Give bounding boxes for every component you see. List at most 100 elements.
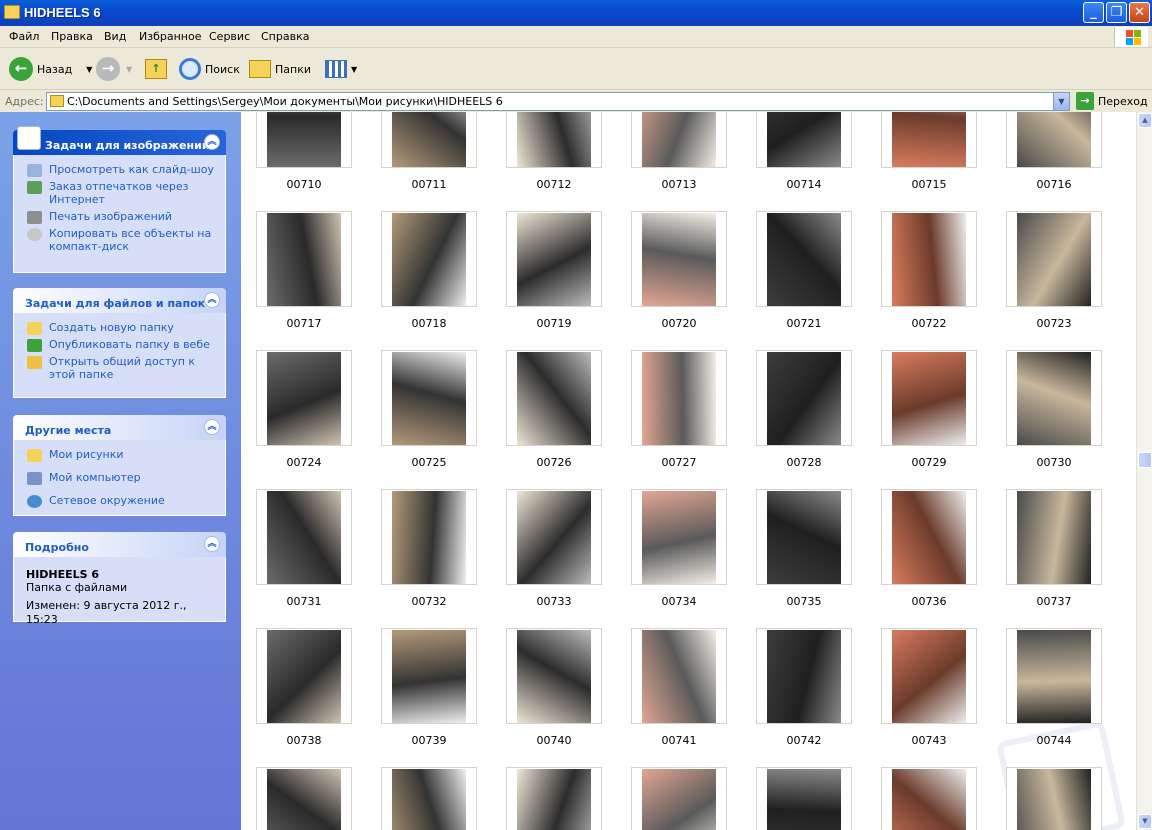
file-thumbnail[interactable] [756,211,852,307]
file-name-label[interactable]: 00730 [1006,456,1102,469]
file-thumbnail[interactable] [631,628,727,724]
file-thumbnail[interactable] [881,628,977,724]
file-name-label[interactable]: 00732 [381,595,477,608]
scroll-thumb[interactable] [1138,452,1152,468]
task-print[interactable]: Печать изображений [14,208,225,225]
file-name-label[interactable]: 00715 [881,178,977,191]
file-name-label[interactable]: 00721 [756,317,852,330]
menu-edit[interactable]: Правка [51,30,93,43]
file-name-label[interactable]: 00712 [506,178,602,191]
task-new-folder[interactable]: Создать новую папку [14,319,225,336]
file-thumbnail[interactable] [1006,350,1102,446]
file-thumbnail[interactable] [1006,767,1102,830]
collapse-icon[interactable]: ︽ [204,536,220,552]
file-name-label[interactable]: 00735 [756,595,852,608]
up-folder-button[interactable]: ↑ [145,55,167,83]
collapse-icon[interactable]: ︽ [204,419,220,435]
file-name-label[interactable]: 00710 [256,178,352,191]
file-thumbnail[interactable] [381,112,477,168]
task-publish-web[interactable]: Опубликовать папку в вебе [14,336,225,353]
file-thumbnail[interactable] [631,767,727,830]
details-header[interactable]: Подробно ︽ [13,532,226,557]
menu-file[interactable]: Файл [9,30,39,43]
file-thumbnail[interactable] [756,767,852,830]
place-my-computer[interactable]: Мой компьютер [14,469,225,486]
task-order-prints[interactable]: Заказ отпечатков через Интернет [14,178,225,208]
folders-button[interactable]: Папки [249,55,311,83]
file-name-label[interactable]: 00714 [756,178,852,191]
views-button[interactable]: ▼ [325,55,357,83]
file-thumbnail[interactable] [1006,489,1102,585]
forward-button[interactable]: → ▼ [96,55,132,83]
file-thumbnail[interactable] [631,211,727,307]
chevron-down-icon[interactable]: ▼ [351,65,357,74]
file-thumbnail[interactable] [506,489,602,585]
file-name-label[interactable]: 00725 [381,456,477,469]
file-name-label[interactable]: 00741 [631,734,727,747]
file-name-label[interactable]: 00722 [881,317,977,330]
file-thumbnail[interactable] [881,767,977,830]
file-thumbnail[interactable] [256,767,352,830]
address-input[interactable]: C:\Documents and Settings\Sergey\Мои док… [46,92,1070,111]
file-thumbnail[interactable] [256,628,352,724]
file-name-label[interactable]: 00744 [1006,734,1102,747]
file-thumbnail[interactable] [631,489,727,585]
file-thumbnail[interactable] [256,489,352,585]
file-thumbnail[interactable] [881,489,977,585]
file-thumbnail[interactable] [756,628,852,724]
file-name-label[interactable]: 00727 [631,456,727,469]
file-name-label[interactable]: 00733 [506,595,602,608]
file-thumbnail[interactable] [381,211,477,307]
file-name-label[interactable]: 00720 [631,317,727,330]
file-name-label[interactable]: 00737 [1006,595,1102,608]
file-name-label[interactable]: 00716 [1006,178,1102,191]
file-name-label[interactable]: 00742 [756,734,852,747]
file-name-label[interactable]: 00738 [256,734,352,747]
file-thumbnail[interactable] [1006,628,1102,724]
file-thumbnail[interactable] [1006,112,1102,168]
file-name-label[interactable]: 00729 [881,456,977,469]
menu-favorites[interactable]: Избранное [139,30,201,43]
file-thumbnail[interactable] [256,211,352,307]
file-name-label[interactable]: 00726 [506,456,602,469]
file-thumbnail[interactable] [881,211,977,307]
file-thumbnail[interactable] [756,350,852,446]
file-thumbnail[interactable] [381,489,477,585]
file-thumbnail[interactable] [506,211,602,307]
file-thumbnail[interactable] [506,350,602,446]
file-thumbnail[interactable] [881,350,977,446]
file-name-label[interactable]: 00717 [256,317,352,330]
file-name-label[interactable]: 00743 [881,734,977,747]
file-thumbnail[interactable] [256,350,352,446]
task-share-folder[interactable]: Открыть общий доступ к этой папке [14,353,225,383]
task-copy-to-cd[interactable]: Копировать все объекты на компакт-диск [14,225,225,255]
chevron-down-icon[interactable]: ▼ [86,65,92,74]
close-button[interactable]: ✕ [1129,2,1150,23]
file-name-label[interactable]: 00719 [506,317,602,330]
collapse-icon[interactable]: ︽ [204,292,220,308]
file-name-label[interactable]: 00711 [381,178,477,191]
file-thumbnail[interactable] [256,112,352,168]
image-tasks-header[interactable]: Задачи для изображений ︽ [13,126,226,155]
file-thumbnail[interactable] [631,112,727,168]
maximize-button[interactable]: ❐ [1106,2,1127,23]
place-network[interactable]: Сетевое окружение [14,492,225,509]
other-places-header[interactable]: Другие места ︽ [13,415,226,440]
file-name-label[interactable]: 00731 [256,595,352,608]
file-thumbnail[interactable] [506,628,602,724]
file-name-label[interactable]: 00736 [881,595,977,608]
place-my-pictures[interactable]: Мои рисунки [14,446,225,463]
minimize-button[interactable]: _ [1083,2,1104,23]
file-thumbnail[interactable] [381,628,477,724]
file-thumbnail[interactable] [881,112,977,168]
vertical-scrollbar[interactable]: ▲ ▼ [1136,112,1152,830]
collapse-icon[interactable]: ︽ [204,134,220,150]
file-name-label[interactable]: 00718 [381,317,477,330]
file-name-label[interactable]: 00739 [381,734,477,747]
chevron-down-icon[interactable]: ▼ [1053,93,1069,110]
back-button[interactable]: ← Назад ▼ [9,55,92,83]
file-name-label[interactable]: 00740 [506,734,602,747]
file-thumbnail[interactable] [756,489,852,585]
file-name-label[interactable]: 00713 [631,178,727,191]
file-thumbnail[interactable] [631,350,727,446]
